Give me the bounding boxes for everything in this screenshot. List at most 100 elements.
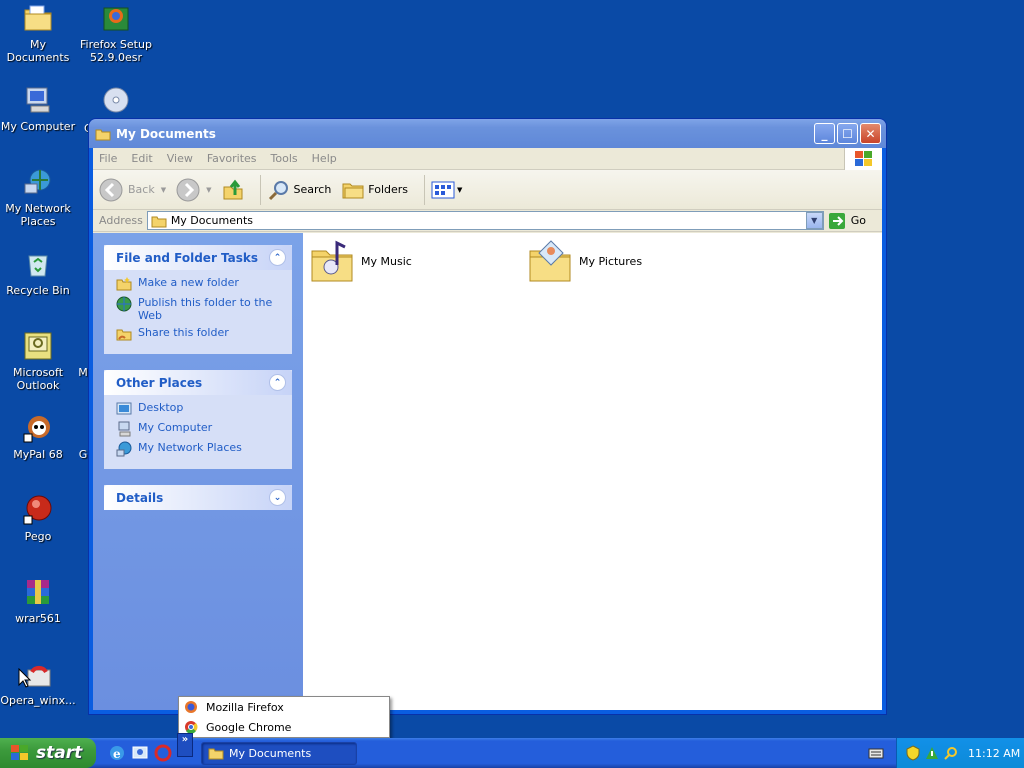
details-header[interactable]: Details ⌄ bbox=[104, 485, 292, 510]
desktop-icon-recycle-bin[interactable]: Recycle Bin bbox=[0, 248, 76, 297]
panel-title: Other Places bbox=[116, 375, 203, 390]
desktop-icon-my-documents[interactable]: My Documents bbox=[0, 2, 76, 64]
place-my-computer[interactable]: My Computer bbox=[116, 421, 284, 437]
task-publish-to-web[interactable]: Publish this folder to the Web bbox=[116, 296, 284, 322]
expand-icon[interactable]: ⌄ bbox=[269, 489, 286, 506]
search-icon bbox=[268, 180, 288, 200]
task-button-label: My Documents bbox=[229, 746, 312, 760]
address-value: My Documents bbox=[170, 214, 254, 227]
desktop-icon-pego[interactable]: Pego bbox=[0, 494, 76, 543]
other-places-header[interactable]: Other Places ⌃ bbox=[104, 370, 292, 395]
desktop-icon-label: Recycle Bin bbox=[6, 284, 70, 297]
go-label: Go bbox=[850, 214, 866, 227]
desktop-icon-opera-winx[interactable]: Opera_winx... bbox=[0, 658, 76, 707]
windows-logo bbox=[844, 147, 882, 170]
desktop-icon-label: G bbox=[78, 448, 88, 461]
desktop-icon-my-network-places[interactable]: My Network Places bbox=[0, 166, 76, 228]
go-button[interactable]: Go bbox=[828, 212, 866, 230]
task-button-my-documents[interactable]: My Documents bbox=[201, 741, 357, 765]
folder-my-music[interactable]: My Music bbox=[309, 237, 412, 285]
folder-icon bbox=[95, 129, 111, 140]
menu-edit[interactable]: Edit bbox=[131, 152, 152, 165]
forward-button[interactable]: ▼ bbox=[176, 178, 212, 202]
internet-explorer-icon[interactable]: e bbox=[108, 744, 126, 762]
desktop-icon-partial-c[interactable]: C bbox=[78, 84, 154, 135]
folders-button[interactable]: Folders bbox=[341, 179, 408, 201]
music-folder-icon bbox=[311, 240, 353, 282]
clock[interactable]: 11:12 AM bbox=[968, 747, 1020, 760]
views-button[interactable]: ▼ bbox=[431, 180, 462, 200]
file-folder-tasks-header[interactable]: File and Folder Tasks ⌃ bbox=[104, 245, 292, 270]
back-button[interactable]: Back ▼ bbox=[99, 178, 166, 202]
back-arrow-icon bbox=[99, 178, 123, 201]
address-input[interactable]: My Documents ▼ bbox=[146, 211, 824, 230]
panel-title: File and Folder Tasks bbox=[116, 250, 259, 265]
desktop-icon-partial-g[interactable]: G bbox=[78, 448, 88, 461]
menu-item-mozilla-firefox[interactable]: Mozilla Firefox bbox=[179, 697, 389, 717]
folders-label: Folders bbox=[368, 183, 409, 196]
system-tray: 11:12 AM bbox=[896, 738, 1024, 768]
quicklaunch-overflow-button[interactable]: » bbox=[177, 733, 193, 757]
menu-help[interactable]: Help bbox=[312, 152, 337, 165]
svg-text:e: e bbox=[113, 747, 121, 761]
installer-icon bbox=[103, 7, 129, 31]
network-icon bbox=[24, 169, 51, 194]
keyboard-icon[interactable] bbox=[868, 745, 884, 761]
my-documents-icon bbox=[24, 5, 52, 31]
collapse-icon[interactable]: ⌃ bbox=[269, 249, 286, 266]
globe-icon bbox=[116, 296, 132, 312]
file-folder-tasks-panel: File and Folder Tasks ⌃ Make a new folde… bbox=[104, 245, 292, 354]
explorer-window: My Documents _ ☐ ✕ File Edit View Favori… bbox=[88, 118, 887, 715]
views-dropdown-icon: ▼ bbox=[457, 185, 463, 194]
place-my-network-places[interactable]: My Network Places bbox=[116, 441, 284, 457]
firefox-icon bbox=[185, 701, 197, 713]
security-shield-icon[interactable] bbox=[905, 745, 921, 761]
menu-file[interactable]: File bbox=[99, 152, 117, 165]
desktop-icon-label: wrar561 bbox=[15, 612, 61, 625]
network-status-icon[interactable] bbox=[924, 745, 940, 761]
address-bar: Address My Documents ▼ Go bbox=[93, 210, 882, 232]
desktop-icon-my-computer[interactable]: My Computer bbox=[0, 84, 76, 133]
address-label: Address bbox=[99, 214, 143, 227]
task-label: Share this folder bbox=[138, 326, 229, 339]
opera-icon[interactable] bbox=[154, 744, 172, 762]
panel-title: Details bbox=[116, 490, 164, 505]
desktop-icon-label: Opera_winx... bbox=[0, 694, 76, 707]
menu-view[interactable]: View bbox=[167, 152, 193, 165]
up-button[interactable] bbox=[222, 179, 244, 201]
menu-item-label: Mozilla Firefox bbox=[206, 700, 284, 714]
show-desktop-icon[interactable] bbox=[131, 744, 149, 762]
desktop-icon-wrar561[interactable]: wrar561 bbox=[0, 576, 76, 625]
folder-my-pictures[interactable]: My Pictures bbox=[527, 237, 642, 285]
collapse-icon[interactable]: ⌃ bbox=[269, 374, 286, 391]
desktop-icon-partial-m[interactable]: M bbox=[78, 366, 88, 379]
desktop-icon-microsoft-outlook[interactable]: Microsoft Outlook bbox=[0, 330, 76, 392]
search-label: Search bbox=[293, 183, 332, 196]
taskbar: start e » My Documents 11:12 AM bbox=[0, 733, 1024, 768]
address-dropdown-button[interactable]: ▼ bbox=[805, 212, 823, 229]
task-share-folder[interactable]: Share this folder bbox=[116, 326, 284, 342]
menu-item-google-chrome[interactable]: Google Chrome bbox=[179, 717, 389, 737]
menu-bar: File Edit View Favorites Tools Help bbox=[93, 147, 882, 170]
folders-icon bbox=[342, 183, 364, 198]
search-button[interactable]: Search bbox=[267, 178, 332, 202]
task-pane: File and Folder Tasks ⌃ Make a new folde… bbox=[93, 233, 303, 710]
place-desktop[interactable]: Desktop bbox=[116, 401, 284, 417]
back-label: Back bbox=[128, 183, 155, 196]
window-titlebar[interactable]: My Documents _ ☐ ✕ bbox=[89, 119, 886, 148]
pego-icon bbox=[23, 495, 52, 525]
start-button[interactable]: start bbox=[0, 738, 96, 768]
close-button[interactable]: ✕ bbox=[860, 123, 881, 144]
mypal-icon bbox=[23, 416, 50, 443]
menu-item-label: Google Chrome bbox=[206, 720, 292, 734]
search-tray-icon[interactable] bbox=[943, 745, 959, 761]
desktop-icon-firefox-setup[interactable]: Firefox Setup 52.9.0esr bbox=[78, 2, 154, 64]
maximize-button[interactable]: ☐ bbox=[837, 123, 858, 144]
menu-tools[interactable]: Tools bbox=[271, 152, 298, 165]
menu-favorites[interactable]: Favorites bbox=[207, 152, 257, 165]
task-make-new-folder[interactable]: Make a new folder bbox=[116, 276, 284, 292]
folder-view: My Music My Pictures bbox=[303, 233, 882, 710]
desktop-icon-mypal-68[interactable]: MyPal 68 bbox=[0, 412, 76, 461]
minimize-button[interactable]: _ bbox=[814, 123, 835, 144]
task-label: Make a new folder bbox=[138, 276, 239, 289]
